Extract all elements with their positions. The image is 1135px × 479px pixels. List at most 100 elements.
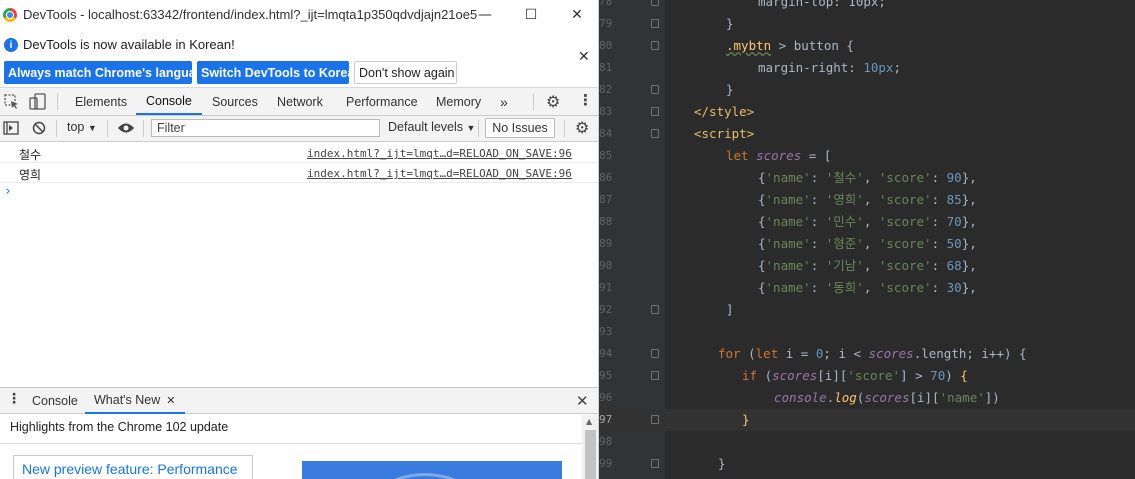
fold-marker-icon[interactable] — [651, 349, 659, 358]
code-line[interactable]: 84 <script> — [599, 123, 1135, 145]
code-line[interactable]: 81 margin-right: 10px; — [599, 57, 1135, 79]
code-line[interactable]: 90 {'name': '기남', 'score': 68}, — [599, 255, 1135, 277]
code-token: }, — [961, 192, 977, 207]
fold-marker-icon[interactable] — [651, 41, 659, 50]
code-token: 'name' — [765, 258, 811, 273]
code-line[interactable]: 87 {'name': '영희', 'score': 85}, — [599, 189, 1135, 211]
code-token: : — [810, 236, 826, 251]
code-line[interactable]: 96 console.log(scores[i]['name']) — [599, 387, 1135, 409]
device-toolbar-icon[interactable] — [29, 93, 47, 110]
console-message-source-link[interactable]: index.html?_ijt=lmqt…d=RELOAD_ON_SAVE:96 — [307, 167, 572, 180]
tab-memory[interactable]: Memory — [436, 88, 481, 115]
window-title: DevTools - localhost:63342/frontend/inde… — [23, 7, 478, 22]
line-number: 87 — [599, 193, 613, 206]
code-token: : — [931, 214, 947, 229]
issues-button[interactable]: No Issues — [485, 118, 555, 138]
drawer-menu-icon[interactable]: ⋮ — [7, 391, 21, 407]
infobar-message: DevTools is now available in Korean! — [23, 37, 235, 52]
code-token: 'name' — [765, 280, 811, 295]
filter-input[interactable]: Filter — [151, 119, 380, 137]
show-sidebar-icon[interactable] — [3, 121, 19, 135]
code-token: for — [718, 346, 749, 361]
scroll-up-arrow-icon[interactable]: ▲ — [586, 417, 592, 426]
close-window-button[interactable]: ✕ — [554, 0, 598, 29]
code-editor[interactable]: 78 margin-top: 10px; 79} 80 .mybtn > button … — [599, 0, 1135, 479]
whats-new-card[interactable]: New preview feature: Performance — [13, 455, 253, 479]
context-selector[interactable]: top ▼ — [67, 120, 97, 134]
code-text: } — [718, 453, 726, 475]
code-line[interactable]: 92] — [599, 299, 1135, 321]
fold-marker-icon[interactable] — [651, 19, 659, 28]
code-line[interactable]: 88 {'name': '민수', 'score': 70}, — [599, 211, 1135, 233]
log-levels-dropdown[interactable]: Default levels ▼ — [388, 120, 475, 134]
drawer-scrollbar-thumb[interactable] — [585, 430, 596, 479]
console-message-source-link[interactable]: index.html?_ijt=lmqt…d=RELOAD_ON_SAVE:96 — [307, 147, 572, 160]
code-line[interactable]: 98 — [599, 431, 1135, 453]
tab-elements[interactable]: Elements — [75, 88, 127, 115]
code-text: </style> — [694, 101, 754, 123]
settings-gear-icon[interactable]: ⚙ — [546, 92, 560, 111]
switch-to-korean-button[interactable]: Switch DevTools to Korean — [197, 61, 362, 84]
live-expression-eye-icon[interactable] — [117, 122, 135, 134]
line-number: 85 — [599, 149, 613, 162]
code-line[interactable]: 94 for (let i = 0; i < scores.length; i++… — [599, 343, 1135, 365]
line-number: 86 — [599, 171, 613, 184]
code-token: 'name' — [939, 390, 985, 405]
tab-console[interactable]: Console — [136, 88, 202, 115]
code-text: {'name': '동희', 'score': 30}, — [758, 277, 977, 299]
tab-network[interactable]: Network — [277, 88, 323, 115]
more-options-icon[interactable]: ⋮ — [578, 91, 593, 109]
code-token: ]) — [984, 390, 1000, 405]
fold-marker-icon[interactable] — [651, 107, 659, 116]
code-token: 'score' — [878, 214, 932, 229]
tab-sources[interactable]: Sources — [212, 88, 258, 115]
fold-marker-icon[interactable] — [651, 0, 659, 6]
line-number: 98 — [599, 435, 613, 448]
inspect-element-icon[interactable] — [4, 94, 20, 110]
always-match-language-button[interactable]: Always match Chrome's language — [4, 61, 210, 84]
code-line[interactable]: 95 if (scores[i]['score'] > 70) { — [599, 365, 1135, 387]
tab-performance[interactable]: Performance — [346, 88, 418, 115]
code-text: {'name': '철수', 'score': 90}, — [758, 167, 977, 189]
code-text: margin-top: 10px; — [758, 0, 886, 13]
close-tab-icon[interactable]: ✕ — [166, 394, 175, 407]
toolbar-divider — [57, 93, 58, 110]
code-line[interactable]: 91 {'name': '동희', 'score': 30}, — [599, 277, 1135, 299]
code-line[interactable]: 86 {'name': '철수', 'score': 90}, — [599, 167, 1135, 189]
console-settings-gear-icon[interactable]: ⚙ — [575, 118, 589, 137]
fold-marker-icon[interactable] — [651, 415, 659, 424]
context-value: top — [67, 120, 85, 134]
code-line[interactable]: 99} — [599, 453, 1135, 475]
drawer-tab-whats-new[interactable]: What's New ✕ — [85, 388, 185, 414]
clear-console-icon[interactable] — [32, 121, 46, 135]
code-line[interactable]: 83 </style> — [599, 101, 1135, 123]
code-token: 50 — [946, 236, 962, 251]
maximize-button[interactable]: ☐ — [508, 0, 554, 29]
code-line[interactable]: 89 {'name': '형준', 'score': 50}, — [599, 233, 1135, 255]
code-line[interactable]: 78 margin-top: 10px; — [599, 0, 1135, 13]
line-number: 84 — [599, 127, 613, 140]
fold-marker-icon[interactable] — [651, 85, 659, 94]
code-text: {'name': '민수', 'score': 70}, — [758, 211, 977, 233]
code-line[interactable]: 82} — [599, 79, 1135, 101]
line-number: 79 — [599, 17, 613, 30]
fold-marker-icon[interactable] — [651, 129, 659, 138]
fold-marker-icon[interactable] — [651, 459, 659, 468]
code-line[interactable]: 93 — [599, 321, 1135, 343]
toolbar-divider — [56, 120, 57, 137]
code-line[interactable]: 80 .mybtn > button { — [599, 35, 1135, 57]
whats-new-card-title[interactable]: New preview feature: Performance — [22, 461, 238, 477]
dont-show-again-button[interactable]: Don't show again — [354, 61, 457, 84]
minimize-button[interactable]: — — [462, 0, 508, 29]
more-tabs-icon[interactable]: » — [500, 88, 508, 115]
code-token: 'score' — [878, 258, 932, 273]
drawer-tab-console[interactable]: Console — [32, 388, 78, 414]
code-line[interactable]: 79} — [599, 13, 1135, 35]
fold-marker-icon[interactable] — [651, 371, 659, 380]
console-prompt-input[interactable]: › — [4, 184, 12, 199]
code-line[interactable]: 97} — [599, 409, 1135, 431]
close-infobar-icon[interactable]: ✕ — [578, 49, 590, 65]
code-line[interactable]: 85 let scores = [ — [599, 145, 1135, 167]
close-drawer-icon[interactable]: ✕ — [576, 392, 589, 410]
fold-marker-icon[interactable] — [651, 305, 659, 314]
